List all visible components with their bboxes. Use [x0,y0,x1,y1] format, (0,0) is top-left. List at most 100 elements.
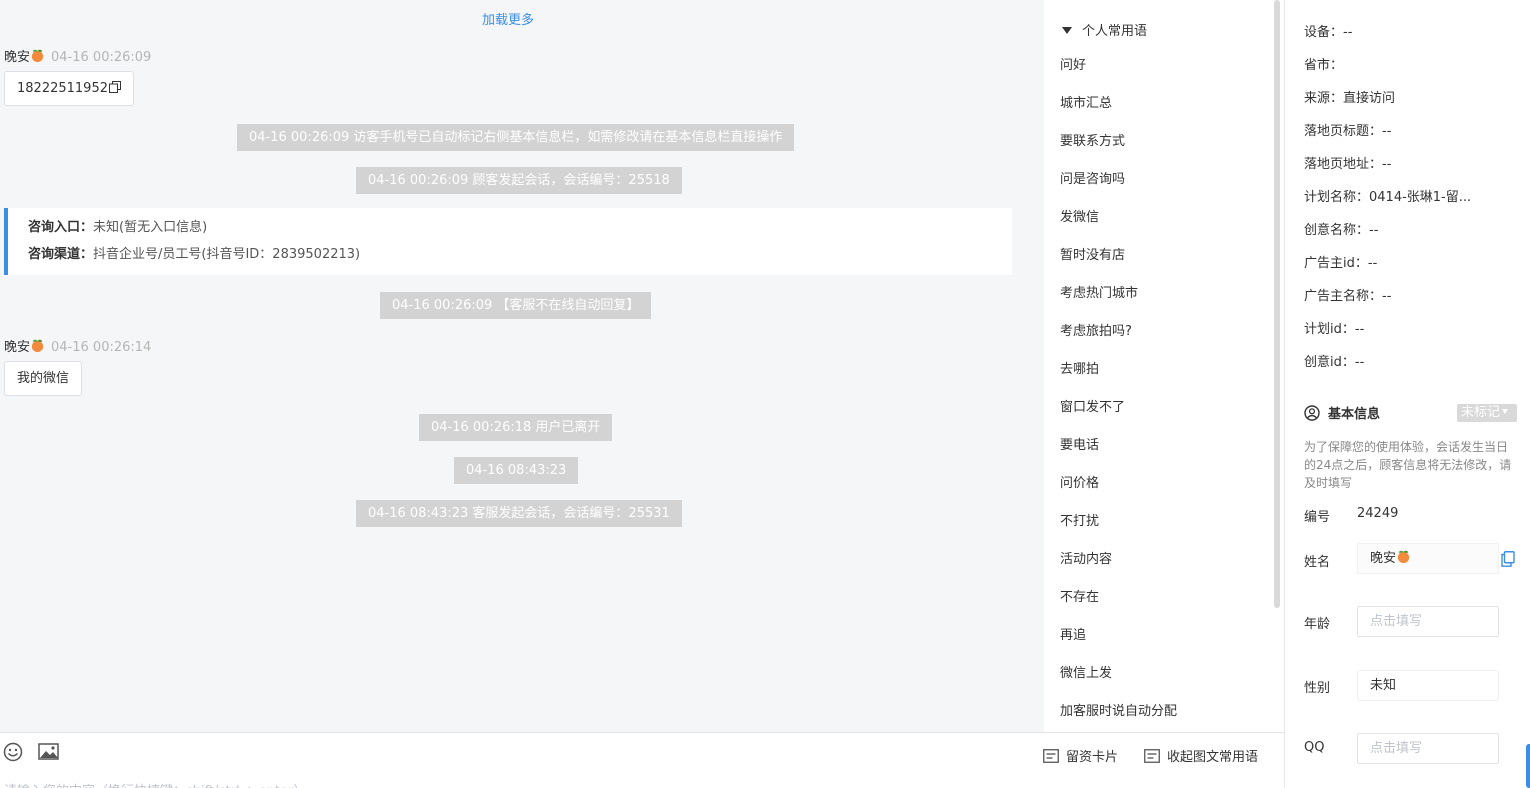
lead-card-button[interactable]: 留资卡片 [1043,746,1118,765]
quick-reply-item[interactable]: 再追 [1060,617,1177,655]
quick-reply-item[interactable]: 城市汇总 [1060,85,1177,123]
sender-name: 晚安 [4,50,31,65]
field-value: 0414-张琳1-留... [1369,190,1472,205]
quick-reply-item[interactable]: 问价格 [1060,465,1177,503]
message-text: 我的微信 [17,371,70,386]
chat-workspace: 加载更多 晚安 04-16 00:26:09 18222511952 04-16 … [0,0,1530,788]
peach-emoji-icon [31,49,44,63]
field-value: -- [1367,256,1378,271]
field-advertiser-name: 广告主名称：-- [1304,285,1391,304]
field-label: 省市： [1304,58,1344,73]
system-notice: 04-16 00:26:18 用户已离开 [419,414,613,441]
field-plan-name: 计划名称：0414-张琳1-留... [1304,186,1471,205]
card-icon [1043,749,1059,763]
tag-select[interactable]: 未标记 [1457,404,1517,422]
quick-reply-item[interactable]: 要联系方式 [1060,123,1177,161]
side-drawer-handle[interactable] [1526,744,1530,788]
id-value: 24249 [1357,506,1399,521]
quick-reply-item[interactable]: 窗口发不了 [1060,389,1177,427]
message-input[interactable]: 请输入您的内容（换行快捷键：shift/ctrl + enter） [4,780,307,788]
message-header: 晚安 04-16 00:26:09 [4,46,151,65]
field-value: 直接访问 [1343,91,1396,106]
quick-reply-item[interactable]: 考虑热门城市 [1060,275,1177,313]
field-label: 计划名称： [1304,190,1370,205]
quick-reply-scrollbar[interactable] [1274,0,1280,608]
peach-emoji-icon [31,339,44,353]
load-more-link[interactable]: 加载更多 [0,9,1016,28]
consult-channel-value: 抖音企业号/员工号(抖音号ID：2839502213) [93,247,361,262]
quick-reply-item[interactable]: 考虑旅拍吗? [1060,313,1177,351]
system-notice: 04-16 00:26:09 顾客发起会话，会话编号：25518 [356,167,682,194]
edit-notice: 为了保障您的使用体验，会话发生当日的24点之后，顾客信息将无法修改，请及时填写 [1304,440,1512,490]
copy-name-icon[interactable] [1501,551,1515,567]
field-label: 来源： [1304,91,1344,106]
quick-reply-item[interactable]: 微信上发 [1060,655,1177,693]
field-device: 设备：-- [1304,21,1352,40]
field-label: 广告主名称： [1304,289,1383,304]
system-notice: 04-16 00:26:09 访客手机号已自动标记右侧基本信息栏，如需修改请在基… [237,124,795,151]
message-bubble[interactable]: 18222511952 [4,71,134,106]
image-icon[interactable] [38,742,60,762]
consult-info-card: 咨询入口：未知(暂无入口信息) 咨询渠道：抖音企业号/员工号(抖音号ID：283… [4,208,1012,275]
caret-down-icon [1502,409,1509,414]
age-input[interactable]: 点击填写 [1357,606,1499,637]
consult-channel-label: 咨询渠道： [28,247,94,262]
quick-reply-list: 问好 城市汇总 要联系方式 问是咨询吗 发微信 暂时没有店 考虑热门城市 考虑旅… [1060,47,1177,731]
quick-reply-item[interactable]: 问是咨询吗 [1060,161,1177,199]
quick-reply-item[interactable]: 不存在 [1060,579,1177,617]
quick-reply-panel[interactable]: 个人常用语 问好 城市汇总 要联系方式 问是咨询吗 发微信 暂时没有店 考虑热门… [1044,0,1284,732]
field-value: -- [1354,355,1365,370]
field-advertiser-id: 广告主id：-- [1304,252,1377,271]
collapse-quick-replies-label: 收起图文常用语 [1167,750,1259,765]
quick-reply-item[interactable]: 要电话 [1060,427,1177,465]
field-value: -- [1382,157,1392,172]
consult-entry-label: 咨询入口： [28,220,94,235]
field-landing-title: 落地页标题：-- [1304,120,1391,139]
peach-emoji-icon [1397,550,1410,564]
field-value: -- [1343,25,1353,40]
field-label: 广告主id： [1304,256,1368,271]
quick-reply-item[interactable]: 暂时没有店 [1060,237,1177,275]
field-value: -- [1354,322,1365,337]
field-province-city: 省市： [1304,54,1343,73]
field-source: 来源：直接访问 [1304,87,1395,106]
emoji-icon[interactable] [2,742,24,762]
basic-info-title: 基本信息 [1328,407,1381,422]
quick-reply-item[interactable]: 活动内容 [1060,541,1177,579]
message-bubble[interactable]: 我的微信 [4,361,83,396]
field-plan-id: 计划id：-- [1304,318,1364,337]
name-field[interactable]: 晚安 [1357,543,1499,574]
field-value: -- [1369,223,1379,238]
collapse-quick-replies-button[interactable]: 收起图文常用语 [1144,746,1258,765]
chat-history[interactable]: 加载更多 晚安 04-16 00:26:09 18222511952 04-16 … [0,0,1044,732]
sender-name: 晚安 [4,340,31,355]
quick-reply-group-header[interactable]: 个人常用语 [1062,20,1147,39]
field-creative-name: 创意名称：-- [1304,219,1378,238]
field-landing-url: 落地页地址：-- [1304,153,1391,172]
quick-reply-item[interactable]: 发微信 [1060,199,1177,237]
copy-icon[interactable] [108,81,121,93]
qq-input[interactable]: 点击填写 [1357,733,1499,764]
quick-reply-item[interactable]: 问好 [1060,47,1177,85]
qq-label: QQ [1304,740,1325,755]
field-value: -- [1382,289,1392,304]
field-label: 创意名称： [1304,223,1370,238]
gender-select[interactable]: 未知 [1357,670,1499,701]
quick-reply-item[interactable]: 加客服时说自动分配 [1060,693,1177,731]
message-time: 04-16 00:26:14 [51,340,152,355]
quick-reply-item[interactable]: 不打扰 [1060,503,1177,541]
field-creative-id: 创意id：-- [1304,351,1364,370]
age-label: 年龄 [1304,617,1331,632]
quick-reply-group-title: 个人常用语 [1082,24,1148,39]
field-label: 落地页地址： [1304,157,1383,172]
field-label: 创意id： [1304,355,1355,370]
consult-channel-row: 咨询渠道：抖音企业号/员工号(抖音号ID：2839502213) [28,245,1012,272]
consult-entry-value: 未知(暂无入口信息) [93,220,208,235]
customer-info-panel: 设备：-- 省市： 来源：直接访问 落地页标题：-- 落地页地址：-- 计划名称… [1284,0,1530,788]
message-time: 04-16 00:26:09 [51,50,152,65]
quick-reply-item[interactable]: 去哪拍 [1060,351,1177,389]
basic-info-header: 基本信息 [1304,403,1380,422]
user-circle-icon [1304,405,1320,421]
message-composer: 留资卡片 收起图文常用语 请输入您的内容（换行快捷键：shift/ctrl + … [0,732,1284,788]
field-label: 落地页标题： [1304,124,1383,139]
